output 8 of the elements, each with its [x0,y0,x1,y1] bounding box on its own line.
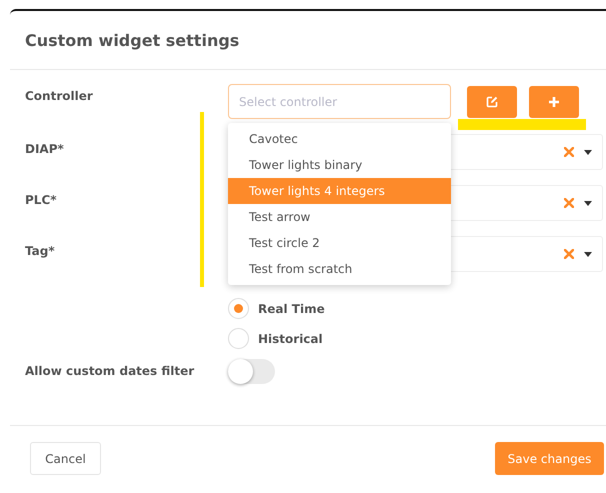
field-label: DIAP* [25,141,65,156]
radio-label: Real Time [258,302,325,316]
dialog-title: Custom widget settings [25,30,240,50]
field-label: Allow custom dates filter [25,363,196,378]
radio-label: Historical [258,332,323,346]
field-label: Tag* [25,243,56,258]
field-label: Controller [25,88,94,103]
field-label: PLC* [25,192,58,207]
